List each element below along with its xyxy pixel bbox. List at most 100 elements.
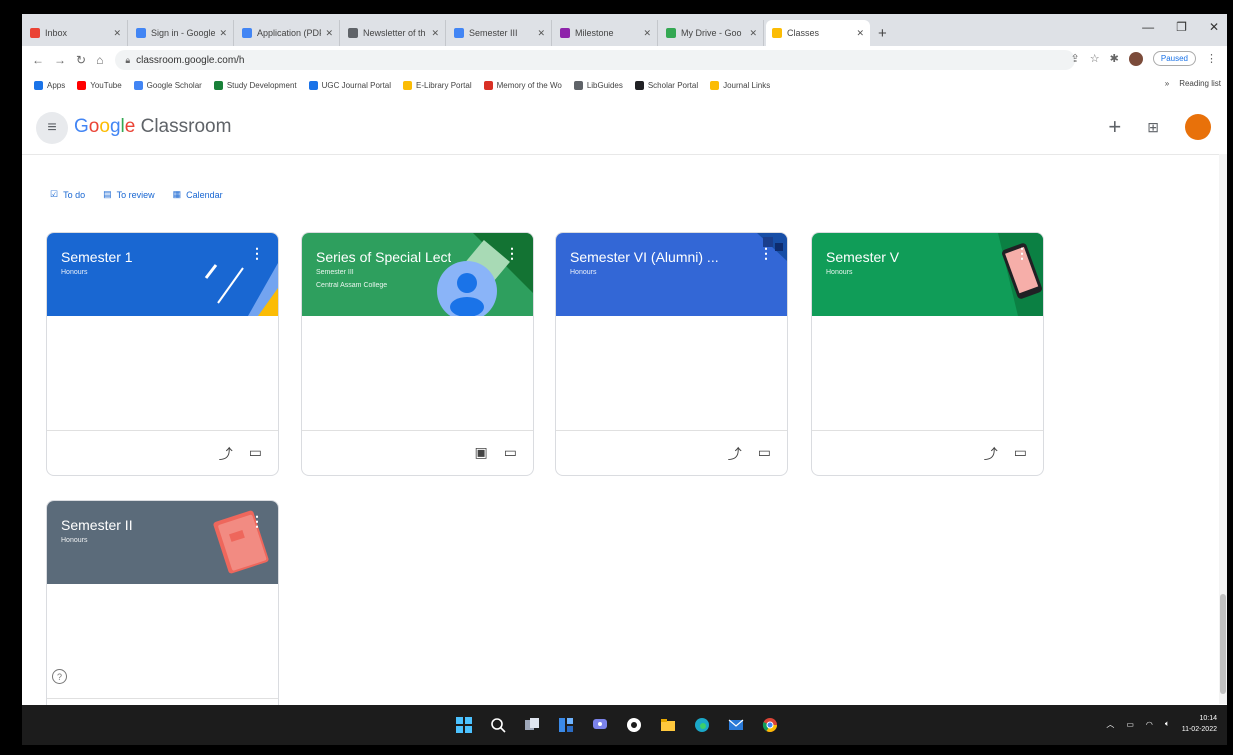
tab-favicon-icon xyxy=(666,28,676,38)
main-menu-icon[interactable]: ≡ xyxy=(36,112,68,144)
maximize-icon[interactable]: ❐ xyxy=(1176,20,1187,34)
class-card-banner[interactable]: Semester V Honours ⋮ xyxy=(812,233,1043,316)
trending-up-icon[interactable]: ⤴ xyxy=(219,444,233,464)
class-card-title[interactable]: Semester VI (Alumni) ... xyxy=(570,249,719,265)
trending-up-icon[interactable]: ⤴ xyxy=(984,444,998,464)
class-card[interactable]: Series of Special Lect Semester III Centra… xyxy=(301,232,534,476)
bookmark-item[interactable]: Google Scholar xyxy=(133,80,202,90)
class-card-banner[interactable]: Semester II Honours ⋮ xyxy=(47,501,278,584)
home-icon[interactable]: ⌂ xyxy=(96,53,103,67)
bookmark-favicon-icon xyxy=(308,80,318,90)
bookmark-item[interactable]: Journal Links xyxy=(710,80,770,90)
chat-icon[interactable] xyxy=(590,715,610,735)
bookmark-item[interactable]: LibGuides xyxy=(573,80,623,90)
taskbar-clock[interactable]: 10:14 11-02-2022 xyxy=(1182,713,1217,735)
create-join-plus-icon[interactable]: + xyxy=(1108,116,1121,138)
windows-start-icon[interactable] xyxy=(454,715,474,735)
share-icon[interactable]: ⇪ xyxy=(1071,52,1080,65)
file-explorer-icon[interactable] xyxy=(658,715,678,735)
bookmark-item[interactable]: Scholar Portal xyxy=(634,80,698,90)
folder-icon[interactable]: ▭ xyxy=(758,444,771,464)
bookmark-label: UGC Journal Portal xyxy=(321,80,392,90)
folder-icon[interactable]: ▭ xyxy=(249,444,262,464)
bookmark-item[interactable]: YouTube xyxy=(77,80,122,90)
extensions-icon[interactable]: ✱ xyxy=(1110,52,1119,65)
bookmark-item[interactable]: Memory of the Wo xyxy=(483,80,562,90)
bookmark-item[interactable]: Apps xyxy=(34,80,65,90)
browser-tab[interactable]: My Drive - Goo ✕ xyxy=(660,20,764,46)
browser-tab[interactable]: Milestone ✕ xyxy=(554,20,658,46)
class-card-banner[interactable]: Series of Special Lect Semester III Centra… xyxy=(302,233,533,316)
back-icon[interactable]: ← xyxy=(32,53,44,67)
battery-icon[interactable]: ▭ xyxy=(1126,720,1134,729)
class-card-title[interactable]: Semester V xyxy=(826,249,899,265)
chevron-up-icon[interactable]: ︿ xyxy=(1106,719,1114,730)
browser-tab[interactable]: Application (PDF) ✕ xyxy=(236,20,340,46)
class-card[interactable]: Semester 1 Honours ⋮ ⤴ ▭ xyxy=(46,232,279,476)
tab-close-icon[interactable]: ✕ xyxy=(113,28,121,39)
reading-list-button[interactable]: Reading list xyxy=(1179,79,1221,88)
task-view-icon[interactable] xyxy=(522,715,542,735)
google-chrome-icon[interactable] xyxy=(760,715,780,735)
class-card-banner[interactable]: Semester 1 Honours ⋮ xyxy=(47,233,278,316)
profile-paused-button[interactable]: Paused xyxy=(1152,51,1196,66)
bookmark-item[interactable]: UGC Journal Portal xyxy=(308,80,392,90)
address-bar[interactable]: 🔒︎ classroom.google.com/h xyxy=(115,50,1076,70)
reload-icon[interactable]: ↻ xyxy=(76,53,86,67)
subnav-calendar[interactable]: ▦ Calendar xyxy=(173,189,223,200)
scrollbar-thumb[interactable] xyxy=(1220,594,1226,694)
star-icon[interactable]: ☆ xyxy=(1090,52,1100,65)
bookmark-item[interactable]: Study Development xyxy=(213,80,297,90)
browser-tab[interactable]: Semester III ✕ xyxy=(448,20,552,46)
trending-up-icon[interactable]: ⤴ xyxy=(728,444,742,464)
close-window-icon[interactable]: ✕ xyxy=(1209,20,1219,34)
browser-tab[interactable]: Inbox ✕ xyxy=(24,20,128,46)
subnav-to-do[interactable]: ☑ To do xyxy=(50,189,85,200)
tab-close-icon[interactable]: ✕ xyxy=(537,28,545,39)
tab-close-icon[interactable]: ✕ xyxy=(431,28,439,39)
class-card[interactable]: Semester VI (Alumni) ... Honours ⋮ ⤴ ▭ xyxy=(555,232,788,476)
edge-icon[interactable] xyxy=(692,715,712,735)
browser-tab[interactable]: Sign in - Google ✕ xyxy=(130,20,234,46)
assignment-icon[interactable]: ▣ xyxy=(475,444,488,461)
google-apps-icon[interactable]: ⊞ xyxy=(1147,119,1159,136)
tab-close-icon[interactable]: ✕ xyxy=(749,28,757,39)
subnav-to-review[interactable]: ▤ To review xyxy=(103,189,155,200)
browser-tab[interactable]: Classes ✕ xyxy=(766,20,870,46)
chrome-icon[interactable] xyxy=(624,715,644,735)
card-more-options-icon[interactable]: ⋮ xyxy=(759,245,773,262)
card-more-options-icon[interactable]: ⋮ xyxy=(250,245,264,262)
profile-avatar[interactable] xyxy=(1128,51,1143,66)
browser-tab[interactable]: Newsletter of th ✕ xyxy=(342,20,446,46)
card-more-options-icon[interactable]: ⋮ xyxy=(1015,245,1029,262)
class-card[interactable]: Semester V Honours ⋮ ⤴ ▭ xyxy=(811,232,1044,476)
class-card-title[interactable]: Series of Special Lect xyxy=(316,249,451,265)
folder-icon[interactable]: ▭ xyxy=(504,444,517,461)
tab-favicon-icon xyxy=(560,28,570,38)
tab-close-icon[interactable]: ✕ xyxy=(856,28,864,39)
tab-close-icon[interactable]: ✕ xyxy=(325,28,333,39)
help-icon[interactable]: ? xyxy=(52,669,67,684)
tab-close-icon[interactable]: ✕ xyxy=(643,28,651,39)
class-card-banner[interactable]: Semester VI (Alumni) ... Honours ⋮ xyxy=(556,233,787,316)
card-more-options-icon[interactable]: ⋮ xyxy=(250,513,264,530)
account-avatar[interactable] xyxy=(1185,114,1211,140)
wifi-icon[interactable]: ◠ xyxy=(1146,720,1153,729)
volume-icon[interactable]: 🔈︎ xyxy=(1165,719,1170,729)
class-card-title[interactable]: Semester 1 xyxy=(61,249,133,265)
widgets-icon[interactable] xyxy=(556,715,576,735)
class-card-title[interactable]: Semester II xyxy=(61,517,133,533)
kebab-menu-icon[interactable]: ⋮ xyxy=(1206,52,1217,65)
search-icon[interactable] xyxy=(488,715,508,735)
classroom-logo[interactable]: Google Classroom xyxy=(74,116,231,138)
tab-close-icon[interactable]: ✕ xyxy=(219,28,227,39)
forward-icon[interactable]: → xyxy=(54,53,66,67)
card-more-options-icon[interactable]: ⋮ xyxy=(505,245,519,262)
mail-icon[interactable] xyxy=(726,715,746,735)
more-bookmarks-icon[interactable]: » xyxy=(1165,79,1169,88)
browser-tabstrip: Inbox ✕ Sign in - Google ✕ Application (PDF)… xyxy=(22,14,1227,46)
folder-icon[interactable]: ▭ xyxy=(1014,444,1027,464)
bookmark-item[interactable]: E-Library Portal xyxy=(403,80,472,90)
minimize-icon[interactable]: — xyxy=(1142,20,1154,34)
new-tab-button[interactable]: + xyxy=(878,20,887,46)
